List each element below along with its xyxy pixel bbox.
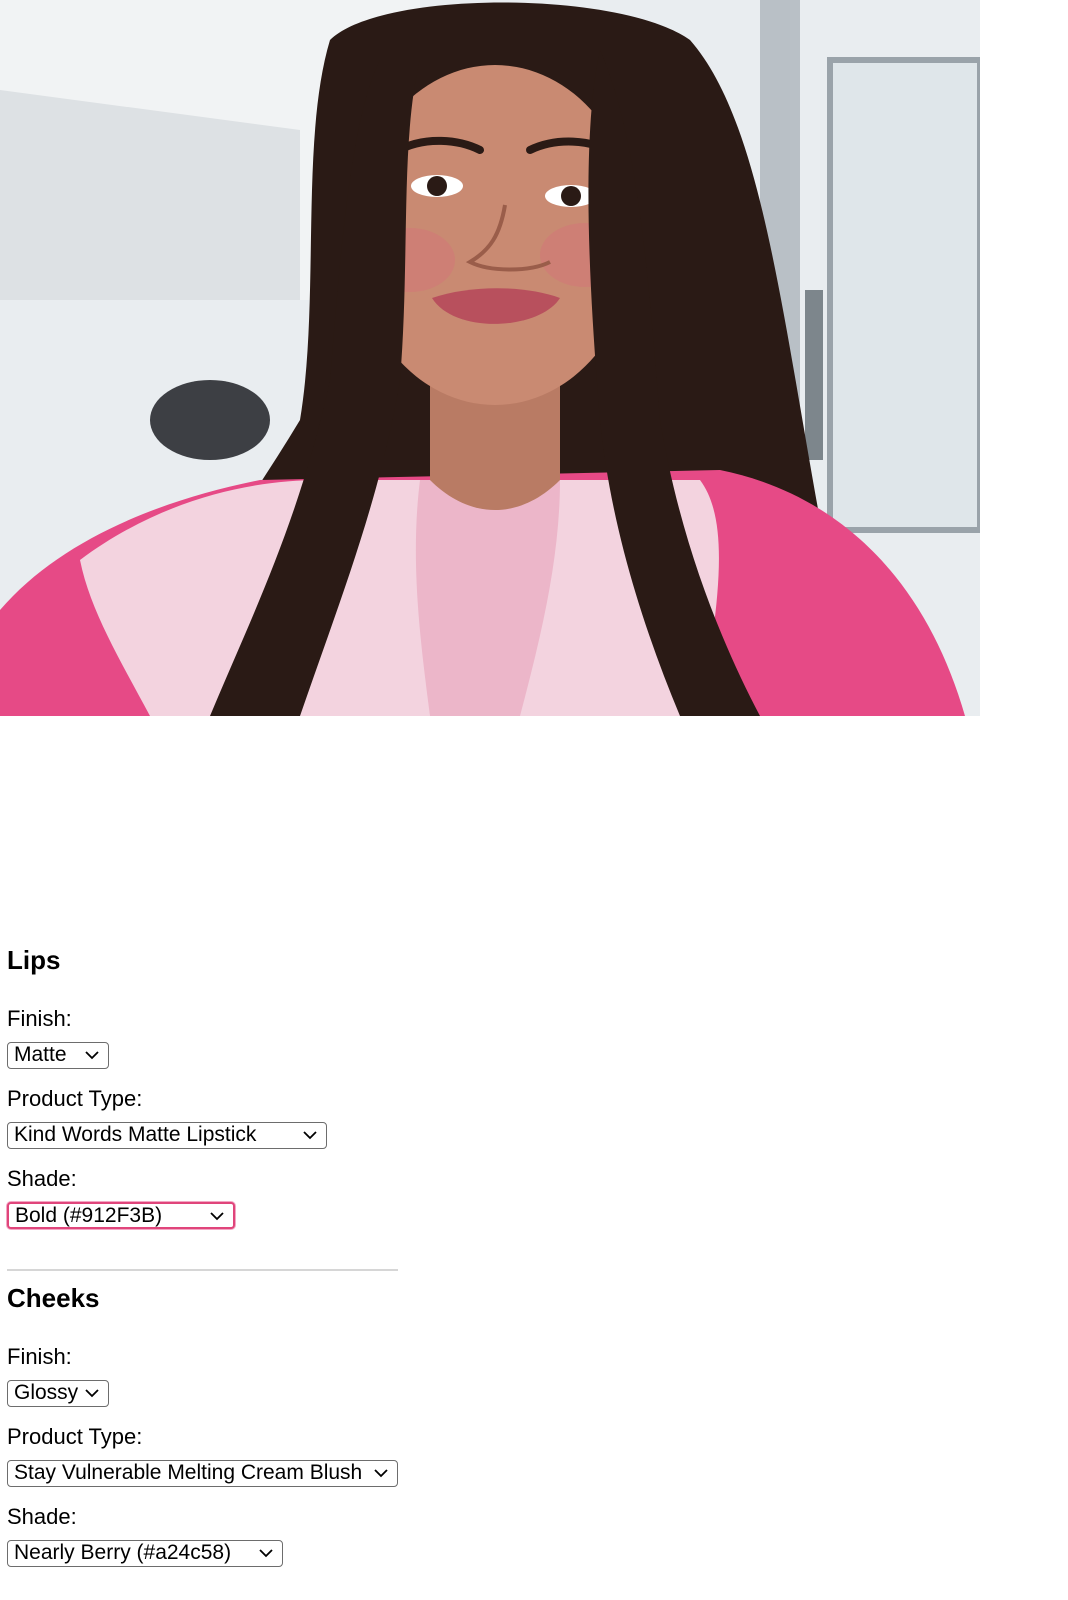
cheeks-product-type-label: Product Type: [7, 1424, 143, 1449]
section-divider [7, 1269, 398, 1271]
chevron-down-icon [259, 1549, 273, 1558]
cheeks-finish-label: Finish: [7, 1344, 72, 1369]
lips-finish-value: Matte [14, 1043, 67, 1066]
cheeks-product-type-value: Stay Vulnerable Melting Cream Blush [14, 1461, 363, 1484]
lips-finish-label: Finish: [7, 1006, 72, 1031]
lips-product-type-select[interactable]: Kind Words Matte Lipstick [7, 1122, 327, 1149]
chevron-down-icon [303, 1131, 317, 1140]
lips-shade-select[interactable]: Bold (#912F3B) [7, 1202, 235, 1229]
cheeks-finish-select[interactable]: Glossy [7, 1380, 109, 1407]
chevron-down-icon [210, 1212, 224, 1221]
lips-product-type-label: Product Type: [7, 1086, 143, 1111]
lips-finish-select[interactable]: Matte [7, 1042, 109, 1069]
cheeks-section-title: Cheeks [7, 1283, 100, 1313]
chevron-down-icon [85, 1389, 99, 1398]
chevron-down-icon [374, 1469, 388, 1478]
cheeks-product-type-select[interactable]: Stay Vulnerable Melting Cream Blush [7, 1460, 398, 1487]
cheeks-shade-label: Shade: [7, 1504, 77, 1529]
portrait-photo-illustration [0, 0, 980, 716]
cheeks-shade-value: Nearly Berry (#a24c58) [14, 1541, 232, 1564]
cheeks-finish-value: Glossy [14, 1381, 79, 1404]
lips-shade-value: Bold (#912F3B) [15, 1204, 163, 1227]
lips-shade-label: Shade: [7, 1166, 77, 1191]
cheeks-shade-select[interactable]: Nearly Berry (#a24c58) [7, 1540, 283, 1567]
lips-section-title: Lips [7, 945, 61, 975]
chevron-down-icon [85, 1051, 99, 1060]
lips-product-type-value: Kind Words Matte Lipstick [14, 1123, 257, 1146]
portrait-photo [0, 0, 980, 716]
